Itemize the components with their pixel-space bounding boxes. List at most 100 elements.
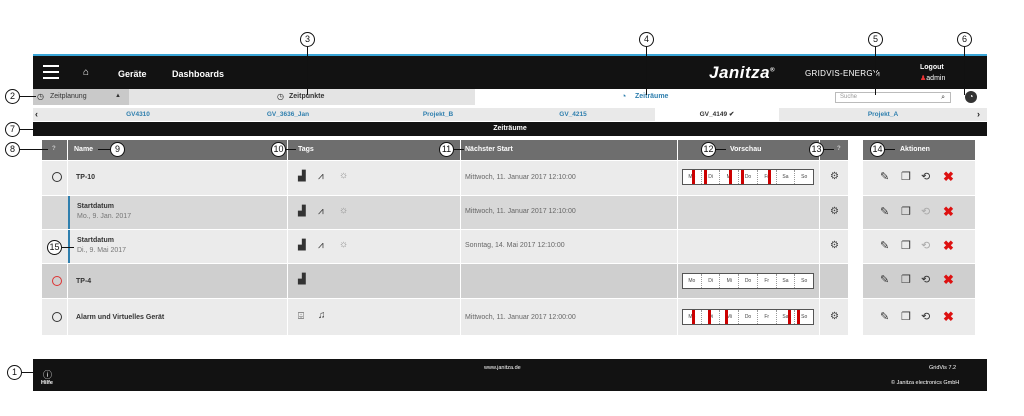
clock-icon: ◷ — [277, 92, 284, 101]
project-tab[interactable]: GV4310 — [103, 108, 173, 121]
schedule-icon[interactable]: ⟲ — [921, 310, 930, 323]
settings-icon[interactable]: ⚙ — [830, 171, 839, 182]
weekly-preview: Mo Di Mi Do Fr Sa So — [682, 309, 814, 325]
table-row[interactable]: Alarm und Virtuelles Gerät ⌹ ♫ Mittwoch,… — [42, 299, 848, 335]
project-tabs: ‹ GV4310 GV_3636_Jan Projekt_B GV_4215 G… — [33, 108, 987, 121]
help-link[interactable]: Hilfe — [41, 380, 53, 386]
alarm-tag-icon: ♫ — [318, 310, 326, 321]
edit-icon[interactable]: ✎ — [880, 310, 889, 323]
edit-icon[interactable]: ✎ — [880, 170, 889, 183]
row-actions: ✎ ❐ ⟲ ✖ — [863, 161, 975, 195]
chevron-left-icon[interactable]: ‹ — [35, 109, 38, 119]
schedule-icon[interactable]: ⟲ — [921, 170, 930, 183]
chart-tag-icon: ▟ — [298, 171, 306, 182]
tab-zeitpunkte[interactable]: ◷ Zeitpunkte — [129, 89, 475, 105]
brand-subtitle: GRIDVIS-ENERGY — [805, 69, 879, 78]
copy-icon[interactable]: ❐ — [901, 239, 911, 252]
callout-10: 10 — [271, 142, 286, 157]
clock-icon-red — [52, 276, 62, 286]
row-actions: ✎ ❐ ⟲ ✖ — [863, 299, 975, 335]
website-link[interactable]: www.janitza.de — [484, 365, 521, 371]
table-row[interactable]: TP-10 ▟ ⩘ ☼ Mittwoch, 11. Januar 2017 12… — [42, 161, 848, 195]
day-night-tag-icon: ☼ — [339, 239, 349, 250]
project-tab[interactable]: Projekt_A — [813, 108, 953, 121]
table-row[interactable]: TP-4 ▟ Mo Di Mi Do Fr Sa So — [42, 264, 848, 298]
callout-7: 7 — [5, 122, 20, 137]
logout-link[interactable]: Logout — [920, 64, 944, 71]
edit-icon[interactable]: ✎ — [880, 205, 889, 218]
table-row[interactable]: Startdatum Mo., 9. Jan. 2017 ▟ ⩘ ☼ Mittw… — [42, 196, 848, 229]
callout-11: 11 — [439, 142, 454, 157]
callout-8: 8 — [5, 142, 20, 157]
settings-icon[interactable]: ⚙ — [830, 311, 839, 322]
nav-geraete[interactable]: Geräte — [118, 69, 147, 79]
project-tab[interactable]: GV_4215 — [538, 108, 608, 121]
weekly-preview: Mo Di Mi Do Fr Sa So — [682, 273, 814, 289]
table-row[interactable]: Startdatum Di., 9. Mai 2017 ▟ ⩘ ☼ Sonnta… — [42, 230, 848, 263]
clock-icon — [52, 172, 62, 182]
trend-tag-icon: ⩘ — [318, 206, 324, 217]
schedule-icon: ⟲ — [921, 206, 931, 218]
edit-icon[interactable]: ✎ — [880, 273, 889, 286]
callout-2: 2 — [5, 89, 20, 104]
page-title: Zeiträume — [33, 122, 987, 136]
column-preview: Vorschau — [730, 146, 762, 153]
trend-tag-icon: ⩘ — [318, 240, 324, 251]
delete-icon[interactable]: ✖ — [943, 169, 954, 185]
delete-icon[interactable]: ✖ — [943, 309, 954, 325]
search-input[interactable]: Suche ⌕ — [835, 92, 951, 103]
delete-icon[interactable]: ✖ — [943, 238, 954, 254]
brand-logo: Janitza® — [709, 63, 776, 82]
weekly-preview: Mo Di Mi Do Fr Sa So — [682, 169, 814, 185]
home-icon[interactable]: ⌂ — [83, 67, 89, 78]
callout-12: 12 — [701, 142, 716, 157]
copy-icon[interactable]: ❐ — [901, 205, 911, 218]
delete-icon[interactable]: ✖ — [943, 272, 954, 288]
delete-icon[interactable]: ✖ — [943, 204, 954, 220]
caret-up-icon: ▲ — [115, 93, 121, 99]
edit-icon[interactable]: ✎ — [880, 239, 889, 252]
callout-14: 14 — [870, 142, 885, 157]
hamburger-icon[interactable] — [43, 65, 59, 79]
column-tags[interactable]: Tags — [298, 146, 314, 153]
chart-tag-icon: ▟ — [298, 206, 306, 217]
copy-icon[interactable]: ❐ — [901, 310, 911, 323]
copy-icon[interactable]: ❐ — [901, 170, 911, 183]
help-icon[interactable]: ? — [837, 146, 841, 152]
device-tag-icon: ⌹ — [298, 311, 304, 322]
settings-icon[interactable]: ⚙ — [830, 206, 839, 217]
callout-13: 13 — [809, 142, 824, 157]
callout-9: 9 — [110, 142, 125, 157]
top-navbar: ⌂ Geräte Dashboards Janitza® GRIDVIS-ENE… — [33, 54, 987, 89]
schedule-icon: ⟲ — [921, 240, 931, 252]
project-tab[interactable]: GV_3636_Jan — [243, 108, 333, 121]
project-tab-active[interactable]: GV_4149 ✔ — [655, 108, 779, 121]
trend-tag-icon: ⩘ — [318, 171, 324, 182]
nav-dashboards[interactable]: Dashboards — [172, 69, 224, 79]
schedule-icon[interactable]: ⟲ — [921, 273, 930, 286]
tab-zeitplanung[interactable]: ◷ Zeitplanung ▲ — [33, 89, 129, 105]
project-tab[interactable]: Projekt_B — [403, 108, 473, 121]
copy-icon[interactable]: ❐ — [901, 273, 911, 286]
callout-1: 1 — [7, 365, 22, 380]
column-name[interactable]: Name — [74, 146, 93, 153]
copyright: © Janitza electronics GmbH — [891, 380, 960, 386]
settings-icon[interactable]: ⚙ — [830, 240, 839, 251]
time-range-toggle-icon[interactable]: ◔ — [965, 91, 977, 103]
row-actions: ✎ ❐ ⟲ ✖ — [863, 230, 975, 263]
help-icon[interactable]: ? — [52, 146, 56, 152]
column-actions: Aktionen — [900, 146, 930, 153]
search-icon[interactable]: ⌕ — [941, 93, 945, 102]
column-next-start[interactable]: Nächster Start — [465, 146, 513, 153]
footer: ⓘ Hilfe www.janitza.de GridVis 7.2 © Jan… — [33, 359, 987, 391]
callout-3: 3 — [300, 32, 315, 47]
callout-4: 4 — [639, 32, 654, 47]
row-actions: ✎ ❐ ⟲ ✖ — [863, 196, 975, 229]
chevron-right-icon[interactable]: › — [977, 109, 980, 119]
user-name: ♟admin — [920, 75, 946, 82]
clock-gear-icon: ◷ — [37, 92, 44, 101]
chart-tag-icon: ▟ — [298, 274, 306, 285]
time-range-icon: ◔ — [621, 91, 627, 101]
callout-6: 6 — [957, 32, 972, 47]
day-night-tag-icon: ☼ — [339, 170, 349, 181]
